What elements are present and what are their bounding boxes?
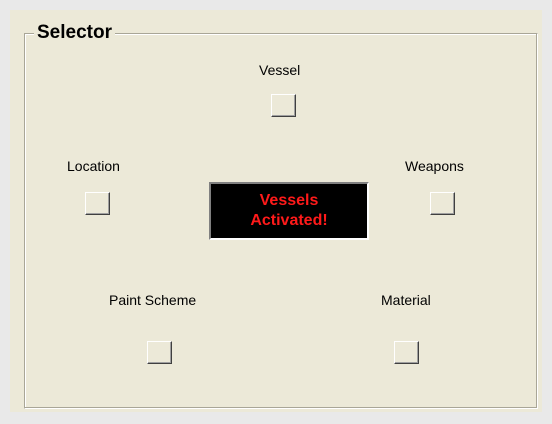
weapons-button[interactable] xyxy=(430,192,455,215)
status-display: Vessels Activated! xyxy=(209,182,369,240)
vessel-label: Vessel xyxy=(259,62,301,78)
paint-scheme-button[interactable] xyxy=(147,341,172,364)
material-button[interactable] xyxy=(394,341,419,364)
vessel-button[interactable] xyxy=(271,94,296,117)
paint-scheme-label: Paint Scheme xyxy=(109,292,197,308)
selector-group-title: Selector xyxy=(34,21,115,45)
location-label: Location xyxy=(67,158,120,174)
weapons-label: Weapons xyxy=(405,158,464,174)
material-label: Material xyxy=(381,292,431,308)
status-text: Vessels Activated! xyxy=(250,192,328,229)
location-button[interactable] xyxy=(85,192,110,215)
